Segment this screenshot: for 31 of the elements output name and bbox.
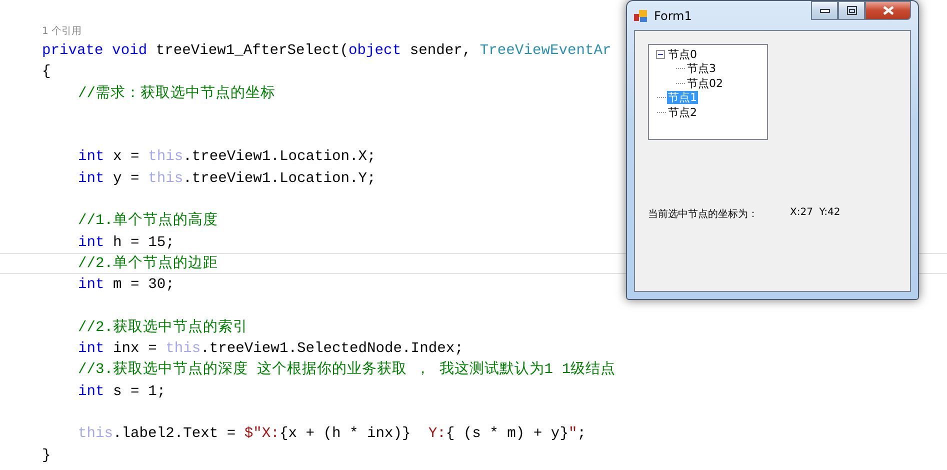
- code-line: //2.单个节点的边距: [78, 254, 218, 274]
- code-line: //1.单个节点的高度: [78, 211, 218, 232]
- code-line: int x = this.treeView1.Location.X;: [78, 148, 376, 168]
- collapse-icon[interactable]: [656, 50, 665, 59]
- minimize-icon: [820, 8, 830, 12]
- close-button[interactable]: [865, 1, 911, 20]
- code-line: int h = 15;: [78, 234, 174, 253]
- code-line: int m = 30;: [78, 276, 174, 296]
- coordinate-value: X:27 Y:42: [790, 207, 840, 218]
- tree-node[interactable]: 节点0: [667, 48, 698, 61]
- code-line: this.label2.Text = $"X:{x + (h * inx)} Y:{ (s * m) + y}";: [78, 425, 586, 444]
- code-line: private void treeView1_AfterSelect(object sender, TreeViewEventAr: [42, 42, 612, 61]
- close-icon: [882, 6, 894, 15]
- code-line: {: [42, 63, 51, 82]
- tree-node[interactable]: 节点3: [686, 62, 717, 76]
- code-line: //3.获取选中节点的深度 这个根据你的业务获取 ， 我这测试默认为1 1级结点: [78, 360, 616, 380]
- maximize-button[interactable]: [838, 1, 865, 20]
- code-line: }: [42, 446, 51, 466]
- reference-count[interactable]: 1 个引用: [42, 24, 947, 40]
- code-line: int s = 1;: [78, 382, 166, 402]
- minimize-button[interactable]: [811, 1, 838, 20]
- window-title: Form1: [654, 8, 692, 22]
- code-line: //2.获取选中节点的索引: [78, 318, 248, 338]
- coordinate-caption: 当前选中节点的坐标为：: [648, 208, 758, 221]
- code-line: //需求：获取选中节点的坐标: [78, 84, 276, 104]
- form-icon: [634, 8, 648, 22]
- code-line: int y = this.treeView1.Location.Y;: [78, 170, 376, 189]
- restore-icon: [846, 6, 856, 15]
- code-line: int inx = this.treeView1.SelectedNode.Index;: [78, 340, 464, 360]
- tree-node[interactable]: 节点02: [686, 76, 724, 90]
- tree-node[interactable]: 节点2: [667, 106, 698, 119]
